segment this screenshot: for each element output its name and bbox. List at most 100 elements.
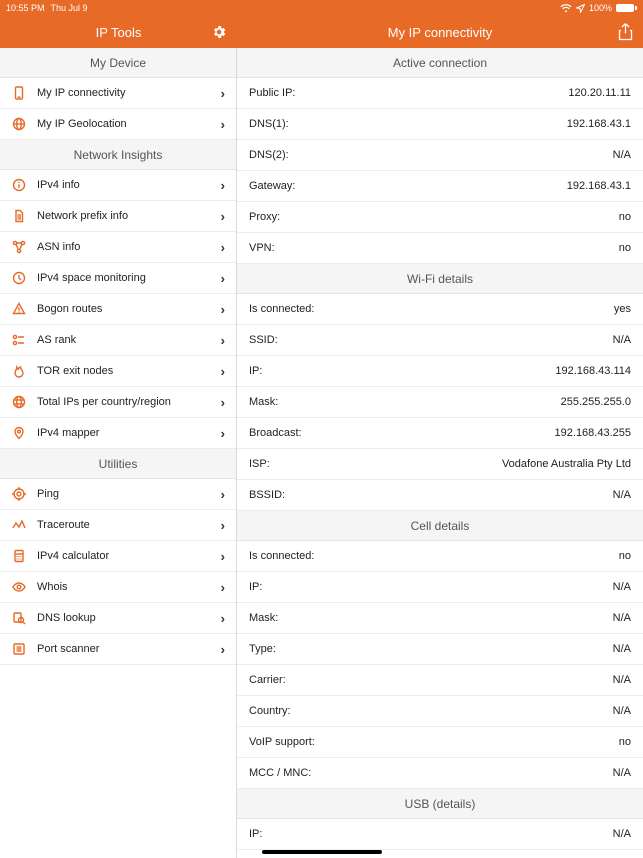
detail-value: N/A — [613, 674, 631, 686]
detail-row: Is connected:yes — [237, 294, 643, 325]
status-time: 10:55 PM — [6, 3, 45, 13]
sidebar-item-label: TOR exit nodes — [37, 365, 221, 377]
location-icon — [576, 4, 585, 13]
gear-icon — [211, 24, 227, 40]
sidebar-item[interactable]: IPv4 calculator› — [0, 541, 236, 572]
detail-value: 255.255.255.0 — [561, 396, 631, 408]
content-section-header: USB (details) — [237, 789, 643, 819]
detail-key: IP: — [249, 365, 262, 377]
detail-value: no — [619, 242, 631, 254]
detail-row: Public IP: 120.20.11.11 — [237, 78, 643, 109]
home-indicator[interactable] — [262, 850, 382, 854]
detail-key: Type: — [249, 643, 276, 655]
detail-value: N/A — [613, 612, 631, 624]
clock-icon — [11, 270, 27, 286]
calc-icon — [11, 548, 27, 564]
chevron-right-icon: › — [221, 487, 225, 502]
sidebar-item[interactable]: Bogon routes› — [0, 294, 236, 325]
detail-row: Broadcast:192.168.43.255 — [237, 418, 643, 449]
chevron-right-icon: › — [221, 117, 225, 132]
detail-value: N/A — [613, 705, 631, 717]
status-date: Thu Jul 9 — [51, 3, 88, 13]
target-icon — [11, 486, 27, 502]
sidebar-item[interactable]: My IP Geolocation› — [0, 109, 236, 140]
detail-value: 192.168.43.1 — [567, 118, 631, 130]
detail-value: 120.20.11.11 — [568, 87, 631, 99]
wifi-icon — [560, 4, 572, 13]
sidebar-item[interactable]: Ping› — [0, 479, 236, 510]
chevron-right-icon: › — [221, 518, 225, 533]
detail-row: SSID: N/A — [237, 325, 643, 356]
detail-key: IP: — [249, 581, 262, 593]
detail-key: Public IP: — [249, 87, 295, 99]
detail-key: ISP: — [249, 458, 270, 470]
sidebar-item-label: ASN info — [37, 241, 221, 253]
chevron-right-icon: › — [221, 271, 225, 286]
content-section-header: Wi-Fi details — [237, 264, 643, 294]
detail-row: Mask:N/A — [237, 603, 643, 634]
sidebar-item[interactable]: Traceroute› — [0, 510, 236, 541]
chevron-right-icon: › — [221, 580, 225, 595]
sidebar-item[interactable]: My IP connectivity› — [0, 78, 236, 109]
detail-value: N/A — [613, 334, 631, 346]
share-button[interactable] — [618, 24, 633, 41]
nav-left: IP Tools — [0, 16, 237, 48]
detail-key: Is connected: — [249, 303, 314, 315]
detail-key: DNS(1): — [249, 118, 289, 130]
sidebar-item[interactable]: ASN info› — [0, 232, 236, 263]
sidebar[interactable]: My DeviceMy IP connectivity›My IP Geoloc… — [0, 48, 237, 858]
share-icon — [618, 24, 633, 41]
sidebar-item[interactable]: Whois› — [0, 572, 236, 603]
detail-key: Gateway: — [249, 180, 295, 192]
detail-row: Proxy:no — [237, 202, 643, 233]
trace-icon — [11, 517, 27, 533]
sidebar-item-label: IPv4 space monitoring — [37, 272, 221, 284]
chevron-right-icon: › — [221, 86, 225, 101]
sidebar-item[interactable]: AS rank› — [0, 325, 236, 356]
detail-value: no — [619, 550, 631, 562]
detail-row: DNS(1): 192.168.43.1 — [237, 109, 643, 140]
sidebar-item-label: Bogon routes — [37, 303, 221, 315]
sidebar-item[interactable]: IPv4 mapper› — [0, 418, 236, 449]
sidebar-item[interactable]: IPv4 info› — [0, 170, 236, 201]
rank-icon — [11, 332, 27, 348]
sidebar-item-label: Port scanner — [37, 643, 221, 655]
sidebar-section-header: My Device — [0, 48, 236, 78]
sidebar-item-label: My IP connectivity — [37, 87, 221, 99]
detail-row: Type:N/A — [237, 634, 643, 665]
chevron-right-icon: › — [221, 364, 225, 379]
sidebar-item-label: IPv4 calculator — [37, 550, 221, 562]
nav-right: My IP connectivity — [237, 16, 643, 48]
search-icon — [11, 610, 27, 626]
battery-icon — [616, 4, 637, 12]
detail-value: no — [619, 736, 631, 748]
info-icon — [11, 177, 27, 193]
sidebar-item-label: Total IPs per country/region — [37, 396, 221, 408]
sidebar-item-label: DNS lookup — [37, 612, 221, 624]
detail-row: VoIP support:no — [237, 727, 643, 758]
sidebar-item[interactable]: Network prefix info› — [0, 201, 236, 232]
sidebar-item[interactable]: IPv4 space monitoring› — [0, 263, 236, 294]
detail-value: 192.168.43.255 — [555, 427, 631, 439]
sidebar-item[interactable]: Port scanner› — [0, 634, 236, 665]
sidebar-item-label: Ping — [37, 488, 221, 500]
sidebar-item[interactable]: Total IPs per country/region› — [0, 387, 236, 418]
chevron-right-icon: › — [221, 611, 225, 626]
detail-row: Mask:255.255.255.0 — [237, 387, 643, 418]
settings-button[interactable] — [211, 24, 227, 40]
sidebar-item[interactable]: DNS lookup› — [0, 603, 236, 634]
sidebar-section-header: Utilities — [0, 449, 236, 479]
detail-value: N/A — [613, 828, 631, 840]
chevron-right-icon: › — [221, 642, 225, 657]
sidebar-item-label: IPv4 mapper — [37, 427, 221, 439]
chevron-right-icon: › — [221, 240, 225, 255]
detail-value: N/A — [613, 581, 631, 593]
sidebar-item[interactable]: TOR exit nodes› — [0, 356, 236, 387]
detail-row: IP:192.168.43.114 — [237, 356, 643, 387]
detail-value: 192.168.43.1 — [567, 180, 631, 192]
detail-value: no — [619, 211, 631, 223]
detail-value: N/A — [613, 149, 631, 161]
detail-row: Is connected:no — [237, 541, 643, 572]
detail-key: SSID: — [249, 334, 278, 346]
content-pane[interactable]: Active connectionPublic IP:120.20.11.11D… — [237, 48, 643, 858]
